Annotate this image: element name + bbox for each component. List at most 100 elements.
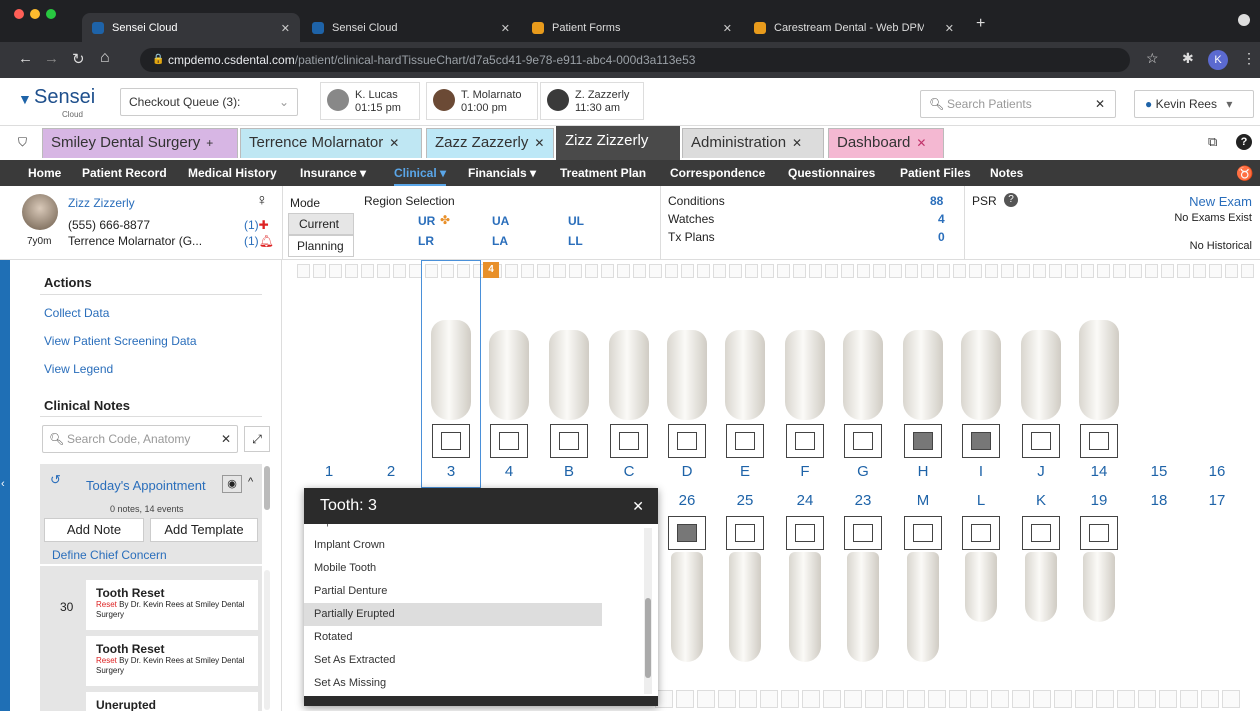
region-lr[interactable]: LR bbox=[418, 234, 434, 248]
option-partially-erupted[interactable]: Partially Erupted bbox=[304, 603, 602, 626]
url-field[interactable]: 🔒 cmpdemo.csdental.com/patient/clinical-… bbox=[140, 48, 1130, 72]
tooth-surface-diagram[interactable] bbox=[1080, 424, 1118, 458]
chevron-up-icon[interactable]: ^ bbox=[248, 476, 253, 488]
region-ua[interactable]: UA bbox=[492, 214, 509, 228]
menu-financials[interactable]: Financials ▾ bbox=[468, 160, 536, 186]
tooth-number-C[interactable]: C bbox=[609, 463, 649, 480]
option-partial-denture[interactable]: Partial Denture bbox=[304, 580, 602, 603]
region-la[interactable]: LA bbox=[492, 234, 508, 248]
tooth-number-J[interactable]: J bbox=[1021, 463, 1061, 480]
tooth-image[interactable] bbox=[609, 330, 649, 420]
tooth-surface-diagram[interactable] bbox=[668, 516, 706, 550]
window-minimize-dot[interactable] bbox=[30, 9, 40, 19]
tooth-number-19[interactable]: 19 bbox=[1079, 492, 1119, 509]
tooth-surface-diagram[interactable] bbox=[490, 424, 528, 458]
user-menu[interactable]: ● Kevin Rees ▾ bbox=[1134, 90, 1254, 118]
tooth-image[interactable] bbox=[1083, 552, 1115, 622]
tooth-image[interactable] bbox=[903, 330, 943, 420]
expand-icon[interactable]: ⤢ bbox=[244, 426, 270, 452]
browser-tab-3[interactable]: Patient Forms ✕ bbox=[522, 13, 742, 43]
tooth-number-D[interactable]: D bbox=[667, 463, 707, 480]
region-ul[interactable]: UL bbox=[568, 214, 584, 228]
back-icon[interactable]: ← bbox=[18, 50, 33, 67]
window-maximize-dot[interactable] bbox=[46, 9, 56, 19]
checkout-queue-select[interactable]: Checkout Queue (3): ⌄ bbox=[120, 88, 298, 116]
tooth-number-M[interactable]: M bbox=[903, 492, 943, 509]
tooth-image[interactable] bbox=[789, 552, 821, 662]
extensions-icon[interactable]: ✱ bbox=[1182, 50, 1194, 67]
todays-appointment-title[interactable]: Today's Appointment bbox=[86, 478, 206, 493]
region-ur[interactable]: UR bbox=[418, 214, 435, 228]
tooth-number-G[interactable]: G bbox=[843, 463, 883, 480]
scrollbar[interactable] bbox=[264, 570, 270, 710]
tab-dashboard[interactable]: Dashboard ✕ bbox=[828, 128, 944, 158]
menu-insurance[interactable]: Insurance ▾ bbox=[300, 160, 366, 186]
tooth-marker-badge[interactable]: 4 bbox=[483, 262, 499, 278]
patient-guarantor[interactable]: Terrence Molarnator (G... bbox=[68, 234, 202, 248]
tooth-surface-diagram[interactable] bbox=[904, 516, 942, 550]
close-icon[interactable]: ✕ bbox=[723, 22, 732, 35]
tab-administration[interactable]: Administration ✕ bbox=[682, 128, 824, 158]
tooth-number-25[interactable]: 25 bbox=[725, 492, 765, 509]
option-implant-crown[interactable]: Implant Crown bbox=[304, 534, 602, 557]
tooth-image[interactable] bbox=[907, 552, 939, 662]
view-legend-link[interactable]: View Legend bbox=[44, 362, 113, 376]
mode-current-button[interactable]: Current bbox=[288, 213, 354, 235]
close-icon[interactable]: ✕ bbox=[792, 136, 802, 150]
tooth-number-4[interactable]: 4 bbox=[489, 463, 529, 480]
tab-zizz-zizzerly[interactable]: Zizz Zizzerly bbox=[556, 126, 680, 160]
tooth-image[interactable] bbox=[667, 330, 707, 420]
tooth-surface-diagram[interactable] bbox=[962, 424, 1000, 458]
close-icon[interactable]: ✕ bbox=[534, 136, 544, 150]
new-exam-link[interactable]: New Exam bbox=[1189, 194, 1252, 209]
new-tab-icon[interactable]: + bbox=[976, 15, 985, 33]
tx-plans-count[interactable]: 0 bbox=[938, 230, 945, 244]
tab-zazz-zazzerly[interactable]: Zazz Zazzerly ✕ bbox=[426, 128, 554, 158]
tooth-image[interactable] bbox=[961, 330, 1001, 420]
tooth-image[interactable] bbox=[729, 552, 761, 662]
mode-planning-button[interactable]: Planning bbox=[288, 235, 354, 257]
tooth-image[interactable] bbox=[847, 552, 879, 662]
tooth-image[interactable] bbox=[431, 320, 471, 420]
add-template-button[interactable]: Add Template bbox=[150, 518, 258, 542]
forward-icon[interactable]: → bbox=[44, 50, 59, 67]
close-icon[interactable]: ✕ bbox=[281, 22, 290, 35]
option-set-as-extracted[interactable]: Set As Extracted bbox=[304, 649, 602, 672]
close-icon[interactable]: ✕ bbox=[389, 136, 399, 150]
windows-icon[interactable]: ⧉ bbox=[1208, 134, 1217, 150]
clear-search-icon[interactable]: ✕ bbox=[1095, 91, 1105, 117]
browser-menu-icon[interactable] bbox=[1238, 14, 1250, 26]
tooth-number-E[interactable]: E bbox=[725, 463, 765, 480]
list-item[interactable]: Tooth Reset Reset By Dr. Kevin Rees at S… bbox=[86, 580, 258, 630]
notes-search-input[interactable]: 🔍︎ Search Code, Anatomy ✕ bbox=[42, 425, 238, 453]
tooth-number-3[interactable]: 3 bbox=[431, 463, 471, 480]
tooth-icon[interactable]: ♉ bbox=[1236, 160, 1253, 186]
tooth-surface-diagram[interactable] bbox=[726, 424, 764, 458]
window-close-dot[interactable] bbox=[14, 9, 24, 19]
tooth-number-17[interactable]: 17 bbox=[1197, 492, 1237, 509]
menu-medical-history[interactable]: Medical History bbox=[188, 160, 277, 186]
close-icon[interactable]: ✕ bbox=[916, 136, 926, 150]
home-icon[interactable]: ⌂ bbox=[100, 49, 110, 67]
tooth-surface-diagram[interactable] bbox=[786, 424, 824, 458]
tab-terrence-molarnator[interactable]: Terrence Molarnator ✕ bbox=[240, 128, 422, 158]
list-item[interactable]: Unerupted bbox=[86, 692, 258, 711]
tooth-surface-diagram[interactable] bbox=[844, 424, 882, 458]
tooth-surface-diagram[interactable] bbox=[1022, 516, 1060, 550]
clear-search-icon[interactable]: ✕ bbox=[221, 426, 231, 452]
menu-correspondence[interactable]: Correspondence bbox=[670, 160, 765, 186]
tooth-number-26[interactable]: 26 bbox=[667, 492, 707, 509]
close-icon[interactable]: ✕ bbox=[632, 488, 644, 524]
menu-patient-files[interactable]: Patient Files bbox=[900, 160, 971, 186]
tooth-surface-diagram[interactable] bbox=[726, 516, 764, 550]
tooth-number-I[interactable]: I bbox=[961, 463, 1001, 480]
tooth-number-2[interactable]: 2 bbox=[371, 463, 411, 480]
tooth-image[interactable] bbox=[725, 330, 765, 420]
tooth-surface-diagram[interactable] bbox=[844, 516, 882, 550]
tooth-surface-diagram[interactable] bbox=[610, 424, 648, 458]
collect-data-link[interactable]: Collect Data bbox=[44, 306, 109, 320]
menu-notes[interactable]: Notes bbox=[990, 160, 1023, 186]
define-chief-concern-link[interactable]: Define Chief Concern bbox=[52, 548, 167, 562]
add-icon[interactable]: + bbox=[206, 136, 213, 150]
tooth-number-H[interactable]: H bbox=[903, 463, 943, 480]
